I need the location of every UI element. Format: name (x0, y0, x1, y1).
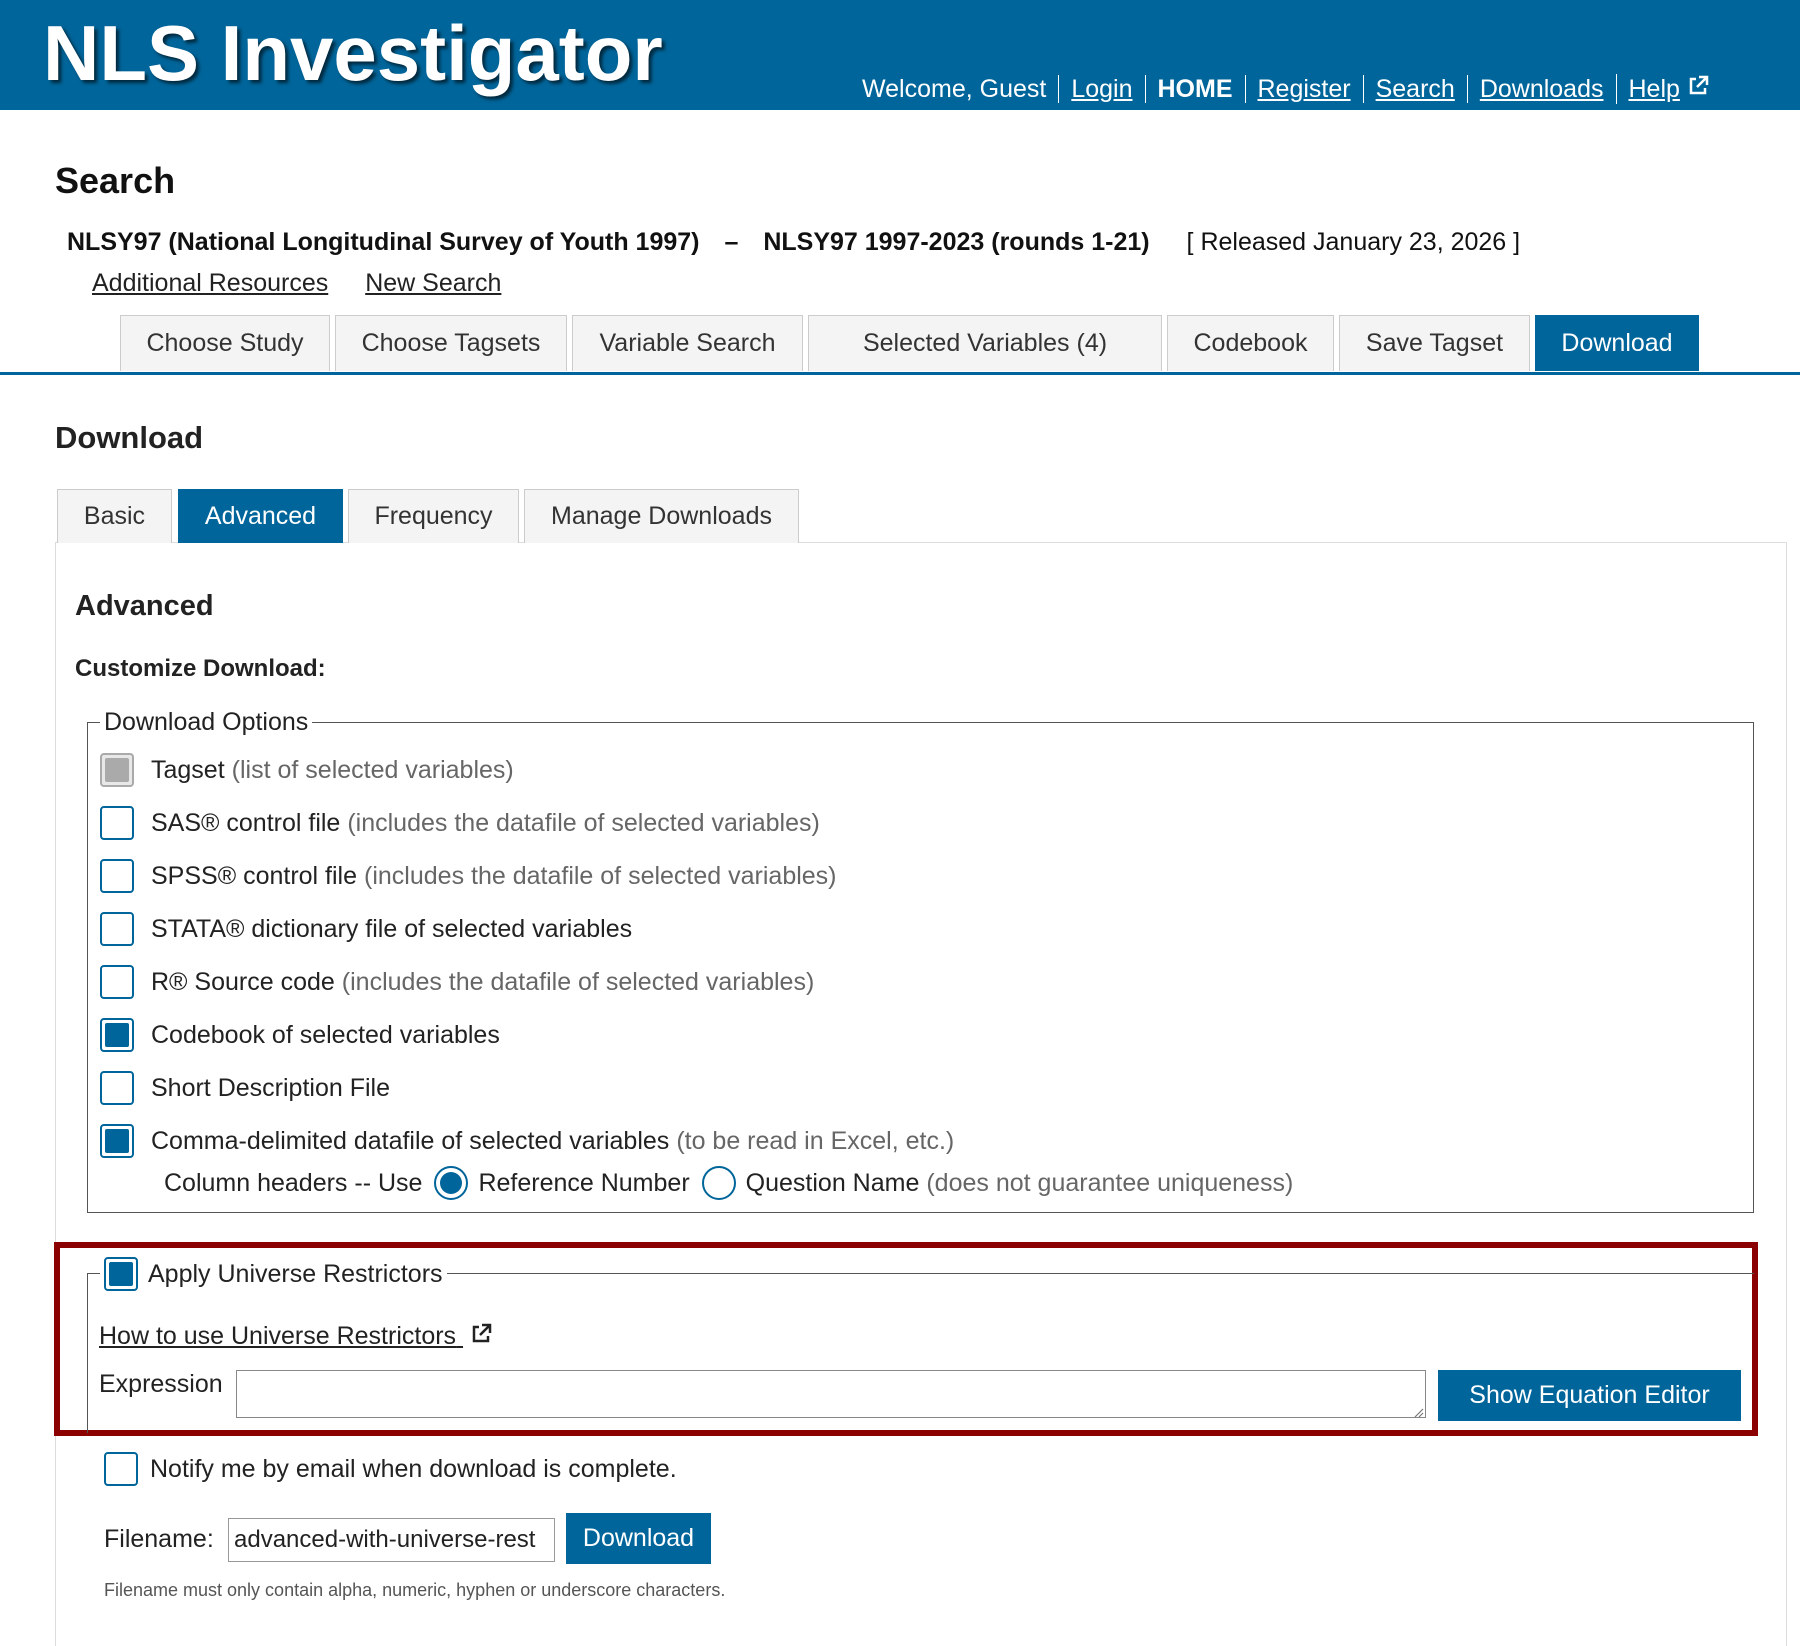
subtab-advanced[interactable]: Advanced (178, 489, 343, 543)
universe-howto-link[interactable]: How to use Universe Restrictors (99, 1322, 493, 1353)
notify-email-checkbox[interactable] (104, 1452, 138, 1486)
release-date: [ Released January 23, 2026 ] (1186, 228, 1521, 256)
option-codebook[interactable]: Codebook of selected variables (100, 1015, 500, 1055)
study-range: NLSY97 1997-2023 (rounds 1-21) (763, 228, 1150, 256)
download-button[interactable]: Download (566, 1513, 711, 1564)
option-note: (list of selected variables) (231, 755, 514, 784)
filename-hint: Filename must only contain alpha, numeri… (104, 1580, 726, 1600)
reference-number-radio[interactable] (434, 1166, 469, 1200)
option-note: (includes the datafile of selected varia… (341, 967, 815, 996)
option-label: Comma-delimited datafile of selected var… (151, 1126, 670, 1155)
nav-login-link[interactable]: Login (1058, 75, 1144, 103)
tab-download[interactable]: Download (1535, 315, 1699, 371)
option-label: SPSS® control file (151, 861, 358, 890)
option-spss[interactable]: SPSS® control file (includes the datafil… (100, 856, 837, 896)
column-headers-label: Column headers -- Use (164, 1168, 423, 1197)
question-name-radio[interactable] (701, 1166, 736, 1200)
resource-links: Additional Resources New Search (92, 269, 531, 298)
download-section-title: Download (55, 420, 204, 455)
option-note: (includes the datafile of selected varia… (347, 808, 820, 837)
tab-save-tagset[interactable]: Save Tagset (1339, 315, 1530, 371)
page-title: Search (55, 160, 176, 201)
external-link-icon (1686, 74, 1710, 104)
filename-input[interactable]: advanced-with-universe-rest (228, 1518, 555, 1562)
nav-search-link[interactable]: Search (1362, 75, 1467, 103)
option-label: STATA® dictionary file of selected varia… (151, 914, 633, 943)
option-note: (to be read in Excel, etc.) (676, 1126, 955, 1155)
option-label: SAS® control file (151, 808, 341, 837)
study-info: NLSY97 (National Longitudinal Survey of … (67, 228, 1520, 257)
apply-universe-checkbox[interactable] (104, 1257, 138, 1291)
universe-howto-label: How to use Universe Restrictors (99, 1322, 457, 1351)
tab-codebook[interactable]: Codebook (1167, 315, 1334, 371)
site-logo[interactable]: NLS Investigator (43, 8, 663, 99)
tab-choose-study[interactable]: Choose Study (120, 315, 330, 371)
subtab-frequency[interactable]: Frequency (348, 489, 519, 543)
column-headers-row: Column headers -- Use Reference Number Q… (164, 1163, 1293, 1203)
option-short-description[interactable]: Short Description File (100, 1068, 390, 1108)
external-link-icon (469, 1322, 493, 1353)
notify-email-label: Notify me by email when download is comp… (150, 1454, 677, 1483)
show-equation-editor-button[interactable]: Show Equation Editor (1438, 1370, 1741, 1421)
apply-universe-label: Apply Universe Restrictors (148, 1259, 443, 1288)
site-header: NLS Investigator Welcome, Guest Login HO… (0, 0, 1800, 110)
tab-choose-tagsets[interactable]: Choose Tagsets (335, 315, 567, 371)
resize-grip-icon[interactable] (1412, 1405, 1424, 1418)
reference-number-label[interactable]: Reference Number (478, 1169, 689, 1198)
short-description-checkbox[interactable] (100, 1071, 134, 1105)
option-label: Codebook of selected variables (151, 1020, 500, 1049)
subtab-basic[interactable]: Basic (57, 489, 172, 543)
sas-checkbox[interactable] (100, 806, 134, 840)
comma-delimited-checkbox[interactable] (100, 1124, 134, 1158)
notify-email-option[interactable]: Notify me by email when download is comp… (104, 1449, 677, 1489)
option-stata[interactable]: STATA® dictionary file of selected varia… (100, 909, 632, 949)
nav-help-link[interactable]: Help (1629, 75, 1680, 103)
subtab-manage-downloads[interactable]: Manage Downloads (524, 489, 799, 543)
option-label: Short Description File (151, 1073, 390, 1102)
universe-restrictors-legend[interactable]: Apply Universe Restrictors (100, 1254, 447, 1294)
option-r-source[interactable]: R® Source code (includes the datafile of… (100, 962, 814, 1002)
nav-register-link[interactable]: Register (1244, 75, 1363, 103)
welcome-text: Welcome, Guest (862, 75, 1047, 103)
top-navigation: Welcome, Guest Login HOME Register Searc… (862, 74, 1722, 104)
option-note: (includes the datafile of selected varia… (364, 861, 837, 890)
download-options-legend: Download Options (100, 708, 313, 737)
filename-label: Filename: (104, 1525, 214, 1553)
question-name-note: (does not guarantee uniqueness) (926, 1168, 1294, 1197)
advanced-title: Advanced (75, 590, 214, 622)
nav-home-link[interactable]: HOME (1144, 75, 1245, 103)
main-tab-bar: Choose Study Choose Tagsets Variable Sea… (0, 315, 1800, 375)
spss-checkbox[interactable] (100, 859, 134, 893)
study-separator: – (724, 228, 739, 256)
expression-textarea[interactable] (236, 1370, 1426, 1418)
nav-help-item[interactable]: Help (1615, 74, 1722, 104)
option-comma-delimited[interactable]: Comma-delimited datafile of selected var… (100, 1121, 954, 1161)
tagset-checkbox[interactable] (100, 753, 134, 787)
study-name: NLSY97 (National Longitudinal Survey of … (67, 228, 700, 256)
nav-downloads-link[interactable]: Downloads (1466, 75, 1616, 103)
tab-variable-search[interactable]: Variable Search (572, 315, 803, 371)
option-sas[interactable]: SAS® control file (includes the datafile… (100, 803, 820, 843)
expression-label: Expression (99, 1370, 223, 1398)
codebook-checkbox[interactable] (100, 1018, 134, 1052)
option-label: Tagset (151, 755, 225, 784)
option-tagset[interactable]: Tagset (list of selected variables) (100, 750, 514, 790)
additional-resources-link[interactable]: Additional Resources (92, 269, 328, 297)
tab-selected-variables[interactable]: Selected Variables (4) (808, 315, 1162, 371)
stata-checkbox[interactable] (100, 912, 134, 946)
question-name-label[interactable]: Question Name (746, 1169, 920, 1198)
option-label: R® Source code (151, 967, 335, 996)
r-source-checkbox[interactable] (100, 965, 134, 999)
new-search-link[interactable]: New Search (365, 269, 501, 297)
customize-download-label: Customize Download: (75, 655, 326, 682)
